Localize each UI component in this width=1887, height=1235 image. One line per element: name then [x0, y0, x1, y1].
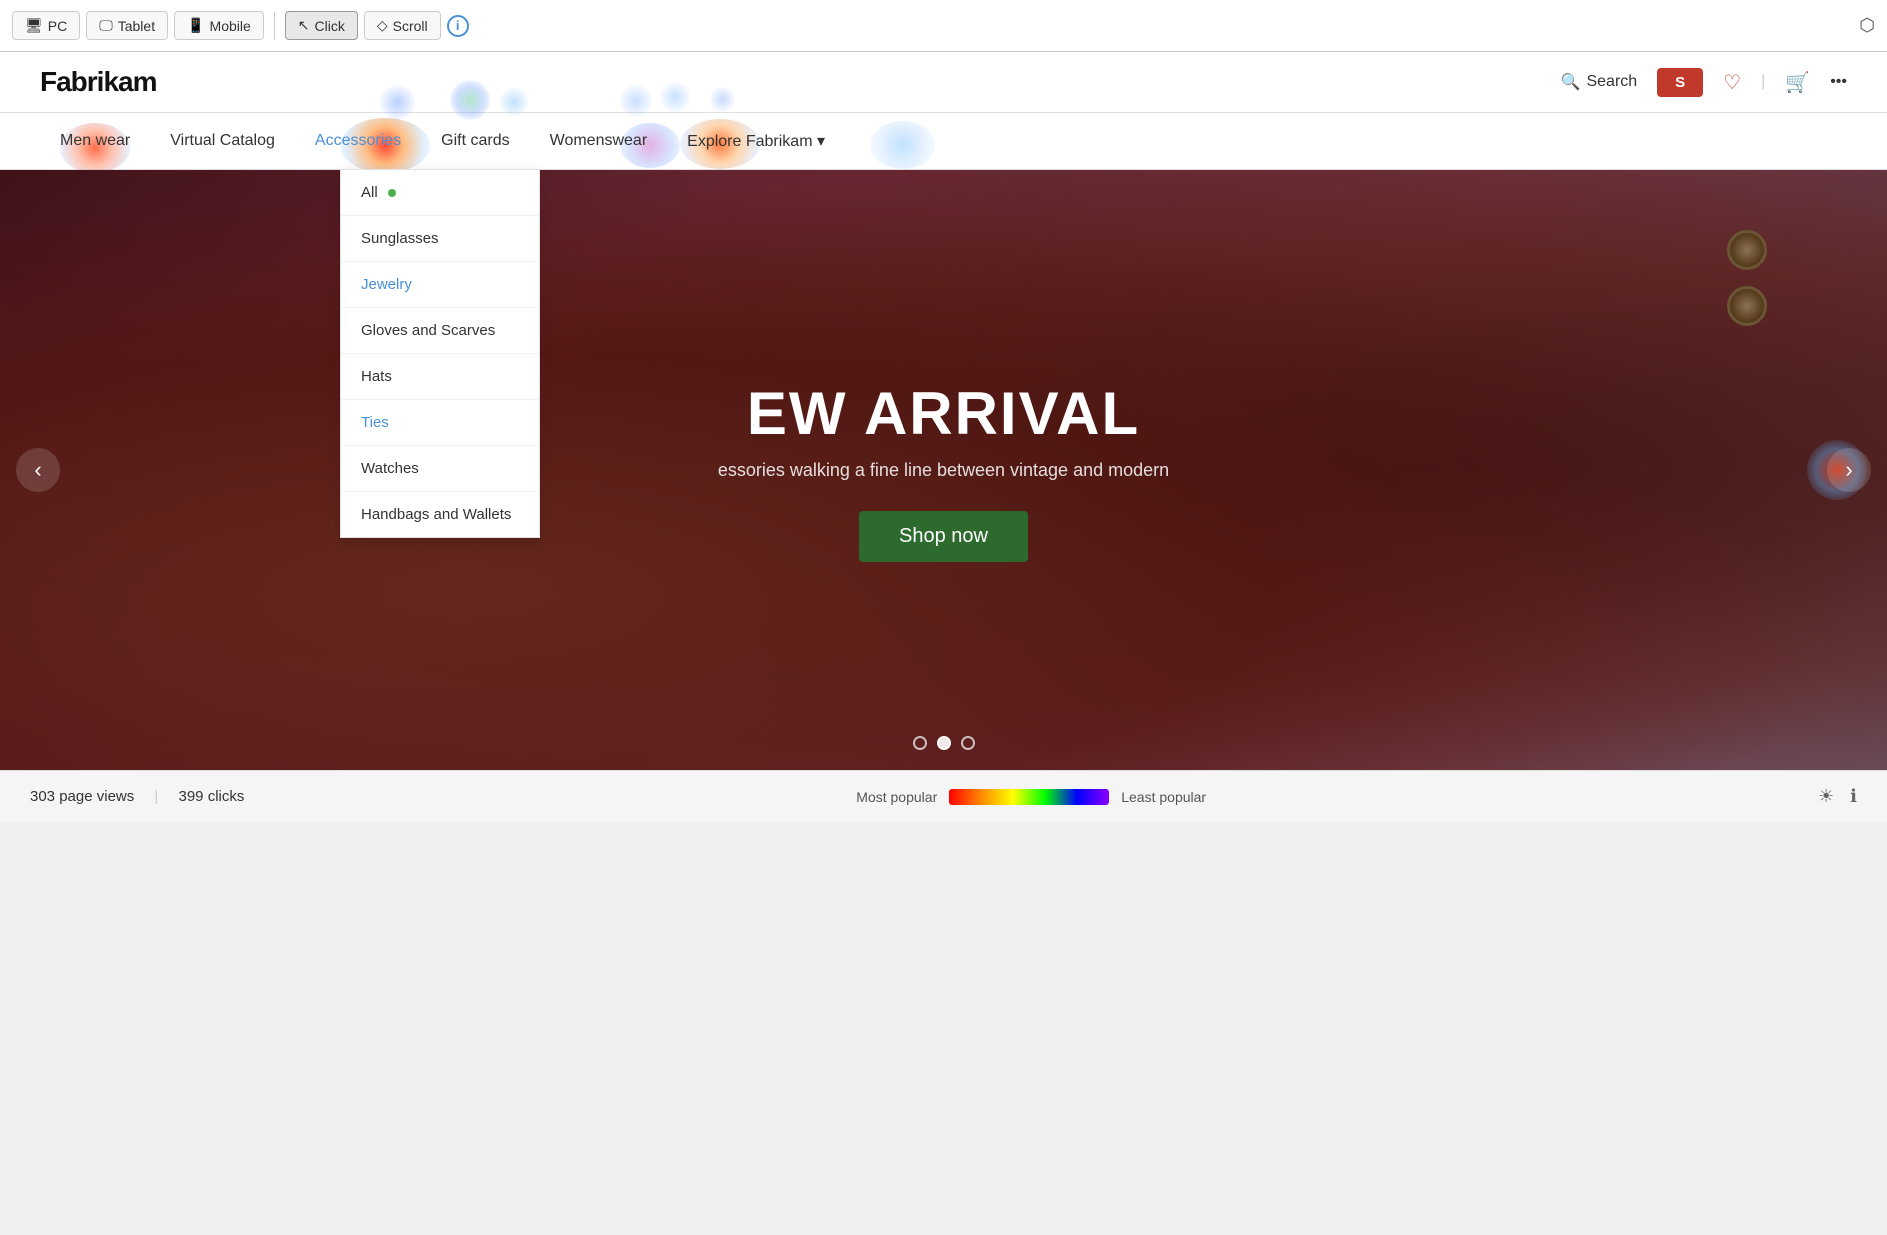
- heatmap-explore: [870, 121, 935, 169]
- signin-label: S: [1675, 74, 1685, 91]
- hero-dot-3[interactable]: [961, 736, 975, 750]
- footer-info-icon[interactable]: ℹ: [1850, 786, 1857, 807]
- dropdown-item-sunglasses[interactable]: Sunglasses: [341, 216, 539, 262]
- dropdown-item-ties[interactable]: Ties: [341, 400, 539, 446]
- nav-menwear[interactable]: Men wear: [40, 114, 150, 168]
- header-actions: 🔍 Search S ♡ | 🛒 •••: [1561, 68, 1847, 97]
- hero-dot-1[interactable]: [913, 736, 927, 750]
- scroll-icon: ◇: [377, 17, 388, 34]
- share-icon: ⬡: [1859, 15, 1875, 35]
- shop-now-button[interactable]: Shop now: [859, 511, 1028, 562]
- dropdown-item-gloves[interactable]: Gloves and Scarves: [341, 308, 539, 354]
- wishlist-button[interactable]: ♡: [1723, 70, 1741, 95]
- search-label: Search: [1586, 73, 1637, 91]
- hero-content: EW ARRIVAL essories walking a fine line …: [718, 379, 1169, 562]
- nav-explore[interactable]: Explore Fabrikam ▾: [667, 113, 845, 169]
- dropdown-item-jewelry[interactable]: Jewelry: [341, 262, 539, 308]
- cart-icon: 🛒: [1785, 72, 1810, 94]
- stats-sep: |: [154, 788, 158, 805]
- footer-legend: Most popular Least popular: [856, 789, 1206, 805]
- toolbar: 🖥 PC 🖵 Tablet 📱 Mobile ↖ Click ◇ Scroll …: [0, 0, 1887, 52]
- pc-icon: 🖥: [25, 17, 43, 34]
- dropdown-item-all[interactable]: All: [341, 170, 539, 216]
- nav-accessories[interactable]: Accessories: [295, 114, 421, 168]
- hero-prev-button[interactable]: ‹: [16, 448, 60, 492]
- site-logo[interactable]: Fabrikam: [40, 66, 157, 98]
- active-dot: [388, 189, 396, 197]
- dropdown-item-hats[interactable]: Hats: [341, 354, 539, 400]
- page-views-label: 303 page views: [30, 788, 134, 805]
- accessories-dropdown: All Sunglasses Jewelry Gloves and Scarve…: [340, 169, 540, 538]
- chevron-right-icon: ›: [1845, 457, 1852, 483]
- most-popular-label: Most popular: [856, 789, 937, 805]
- dropdown-item-handbags[interactable]: Handbags and Wallets: [341, 492, 539, 537]
- mobile-label: Mobile: [210, 18, 251, 34]
- search-icon: 🔍: [1561, 72, 1581, 92]
- pc-button[interactable]: 🖥 PC: [12, 11, 80, 40]
- heat-gradient: [949, 789, 1109, 805]
- pc-label: PC: [48, 18, 67, 34]
- tablet-button[interactable]: 🖵 Tablet: [86, 11, 168, 40]
- share-button[interactable]: ⬡: [1859, 15, 1875, 36]
- tablet-icon: 🖵: [99, 17, 113, 34]
- cursor-icon: ↖: [298, 17, 310, 34]
- header-sep: |: [1761, 73, 1765, 91]
- more-button[interactable]: •••: [1830, 73, 1847, 91]
- mobile-button[interactable]: 📱 Mobile: [174, 11, 264, 40]
- tablet-label: Tablet: [118, 18, 155, 34]
- click-label: Click: [315, 18, 345, 34]
- site-header: Fabrikam 🔍 Search S ♡ | 🛒 •••: [0, 52, 1887, 113]
- clicks-label: 399 clicks: [179, 788, 245, 805]
- footer-bar: 303 page views | 399 clicks Most popular…: [0, 770, 1887, 822]
- hero-next-button[interactable]: ›: [1827, 448, 1871, 492]
- click-button[interactable]: ↖ Click: [285, 11, 358, 40]
- hero-description: essories walking a fine line between vin…: [718, 460, 1169, 481]
- nav-virtual-catalog[interactable]: Virtual Catalog: [150, 114, 295, 168]
- sun-icon[interactable]: ☀: [1818, 786, 1834, 807]
- least-popular-label: Least popular: [1121, 789, 1206, 805]
- footer-stats: 303 page views | 399 clicks: [30, 788, 244, 805]
- hero-pagination: [913, 736, 975, 750]
- heart-icon: ♡: [1723, 72, 1741, 94]
- info-icon: i: [456, 18, 460, 33]
- scroll-label: Scroll: [393, 18, 428, 34]
- scroll-button[interactable]: ◇ Scroll: [364, 11, 441, 40]
- ellipsis-icon: •••: [1830, 73, 1847, 90]
- cart-button[interactable]: 🛒: [1785, 70, 1810, 95]
- site-nav: Men wear Virtual Catalog Accessories Gif…: [0, 113, 1887, 170]
- nav-womenswear[interactable]: Womenswear: [530, 114, 668, 168]
- nav-gift-cards[interactable]: Gift cards: [421, 114, 529, 168]
- hero-section: EW ARRIVAL essories walking a fine line …: [0, 170, 1887, 770]
- chevron-left-icon: ‹: [34, 457, 41, 483]
- search-button[interactable]: 🔍 Search: [1561, 72, 1638, 92]
- hero-title: EW ARRIVAL: [718, 379, 1169, 448]
- separator: [274, 12, 275, 40]
- footer-icons: ☀ ℹ: [1818, 786, 1857, 807]
- dropdown-item-watches[interactable]: Watches: [341, 446, 539, 492]
- mobile-icon: 📱: [187, 17, 204, 34]
- info-button[interactable]: i: [447, 15, 469, 37]
- hero-dot-2[interactable]: [937, 736, 951, 750]
- signin-button[interactable]: S: [1657, 68, 1703, 97]
